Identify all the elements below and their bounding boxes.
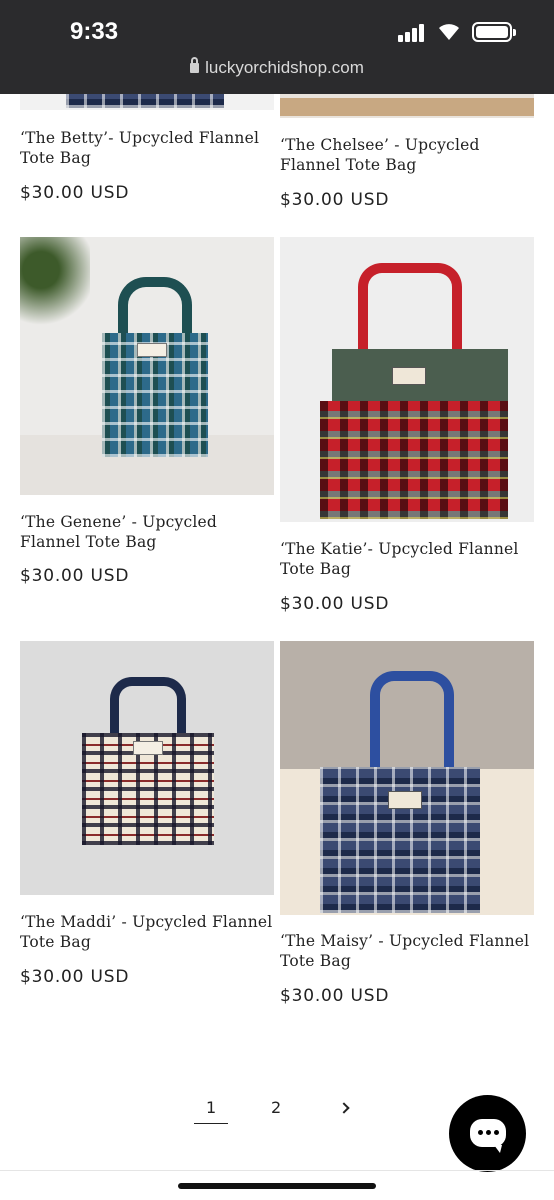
product-title-maddi[interactable]: ‘The Maddi’ - Upcycled Flannel Tote Bag: [20, 912, 274, 952]
product-price-maddi: $30.00 USD: [20, 967, 130, 987]
page-1-link[interactable]: 1: [194, 1098, 229, 1124]
lock-icon: [190, 57, 200, 73]
product-image-chelsee[interactable]: [280, 94, 534, 118]
divider: [0, 1170, 554, 1171]
product-price-katie: $30.00 USD: [280, 594, 390, 614]
product-image-betty[interactable]: [20, 94, 274, 110]
product-image-katie[interactable]: [280, 237, 534, 522]
battery-icon: [472, 22, 516, 42]
product-image-genene[interactable]: [20, 237, 274, 495]
product-image-maisy[interactable]: [280, 641, 534, 915]
url-bar[interactable]: luckyorchidshop.com: [0, 57, 554, 78]
product-title-maisy[interactable]: ‘The Maisy’ - Upcycled Flannel Tote Bag: [280, 931, 534, 971]
page-2-link[interactable]: 2: [271, 1098, 281, 1117]
wifi-icon: [439, 24, 459, 40]
product-title-chelsee[interactable]: ‘The Chelsee’ - Upcycled Flannel Tote Ba…: [280, 135, 534, 175]
product-image-maddi[interactable]: [20, 641, 274, 895]
product-price-genene: $30.00 USD: [20, 566, 130, 586]
chat-button[interactable]: [449, 1095, 526, 1172]
browser-chrome: 9:33 luckyorchidshop.com: [0, 0, 554, 94]
url-text: luckyorchidshop.com: [205, 58, 364, 77]
signal-bars-icon: [398, 24, 428, 42]
status-time: 9:33: [70, 18, 119, 45]
chevron-right-icon[interactable]: [338, 1102, 350, 1114]
product-price-chelsee: $30.00 USD: [280, 190, 390, 210]
product-title-genene[interactable]: ‘The Genene’ - Upcycled Flannel Tote Bag: [20, 512, 274, 552]
product-title-betty[interactable]: ‘The Betty’- Upcycled Flannel Tote Bag: [20, 128, 274, 168]
product-price-maisy: $30.00 USD: [280, 986, 390, 1006]
home-indicator[interactable]: [178, 1183, 376, 1189]
product-title-katie[interactable]: ‘The Katie’- Upcycled Flannel Tote Bag: [280, 539, 534, 579]
product-price-betty: $30.00 USD: [20, 183, 130, 203]
